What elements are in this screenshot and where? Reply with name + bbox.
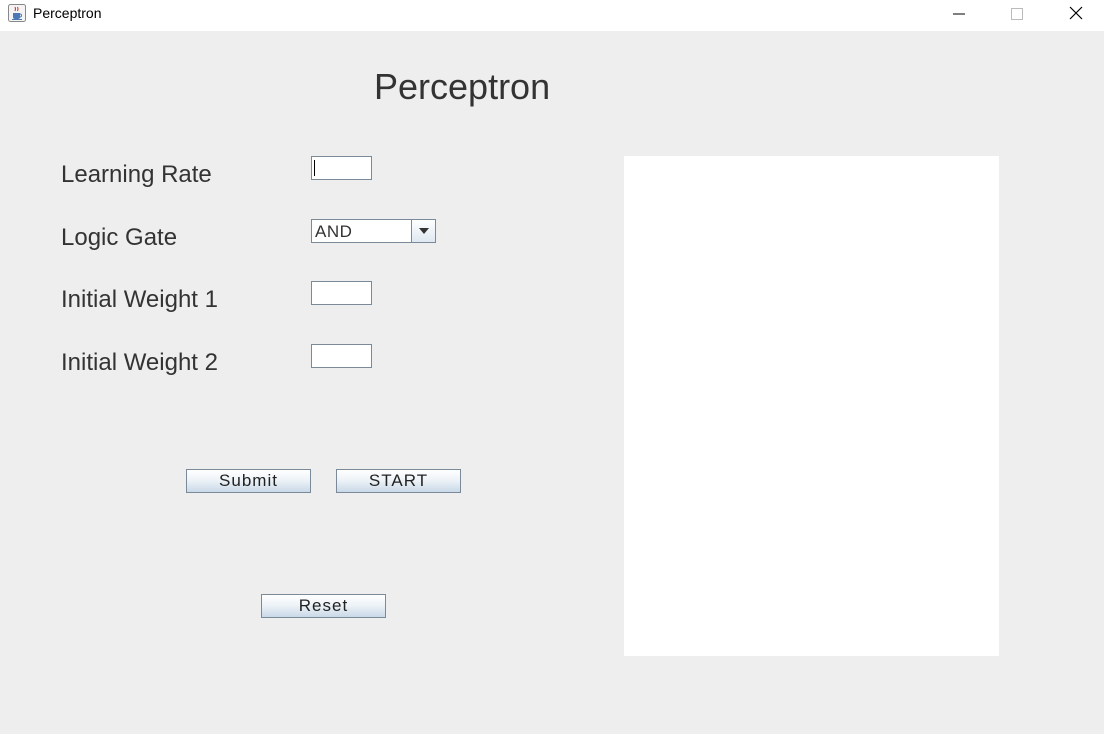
logic-gate-label: Logic Gate — [61, 224, 178, 251]
weight1-input[interactable] — [311, 281, 372, 305]
close-icon — [1069, 6, 1083, 25]
window-title: Perceptron — [33, 5, 102, 21]
app-window: Perceptron Perceptron Learning Rate Logi… — [0, 0, 1104, 734]
reset-button[interactable]: Reset — [261, 594, 386, 618]
close-button[interactable] — [1053, 0, 1099, 31]
learning-rate-label: Learning Rate — [61, 161, 212, 188]
chevron-down-icon[interactable] — [411, 220, 435, 242]
submit-button[interactable]: Submit — [186, 469, 311, 493]
weight1-label: Initial Weight 1 — [61, 286, 218, 313]
maximize-button[interactable] — [994, 0, 1040, 31]
plot-canvas — [624, 156, 999, 656]
weight2-input[interactable] — [311, 344, 372, 368]
page-title: Perceptron — [374, 66, 551, 107]
java-cup-icon — [8, 4, 26, 22]
logic-gate-selected: AND — [315, 222, 353, 241]
learning-rate-input[interactable] — [311, 156, 372, 180]
weight2-label: Initial Weight 2 — [61, 349, 218, 376]
start-button[interactable]: START — [336, 469, 461, 493]
minimize-button[interactable] — [936, 0, 982, 31]
text-caret — [314, 160, 315, 176]
minimize-icon — [953, 7, 965, 25]
maximize-icon — [1011, 7, 1023, 25]
logic-gate-select[interactable]: AND — [311, 219, 436, 243]
title-bar: Perceptron — [0, 0, 1104, 31]
